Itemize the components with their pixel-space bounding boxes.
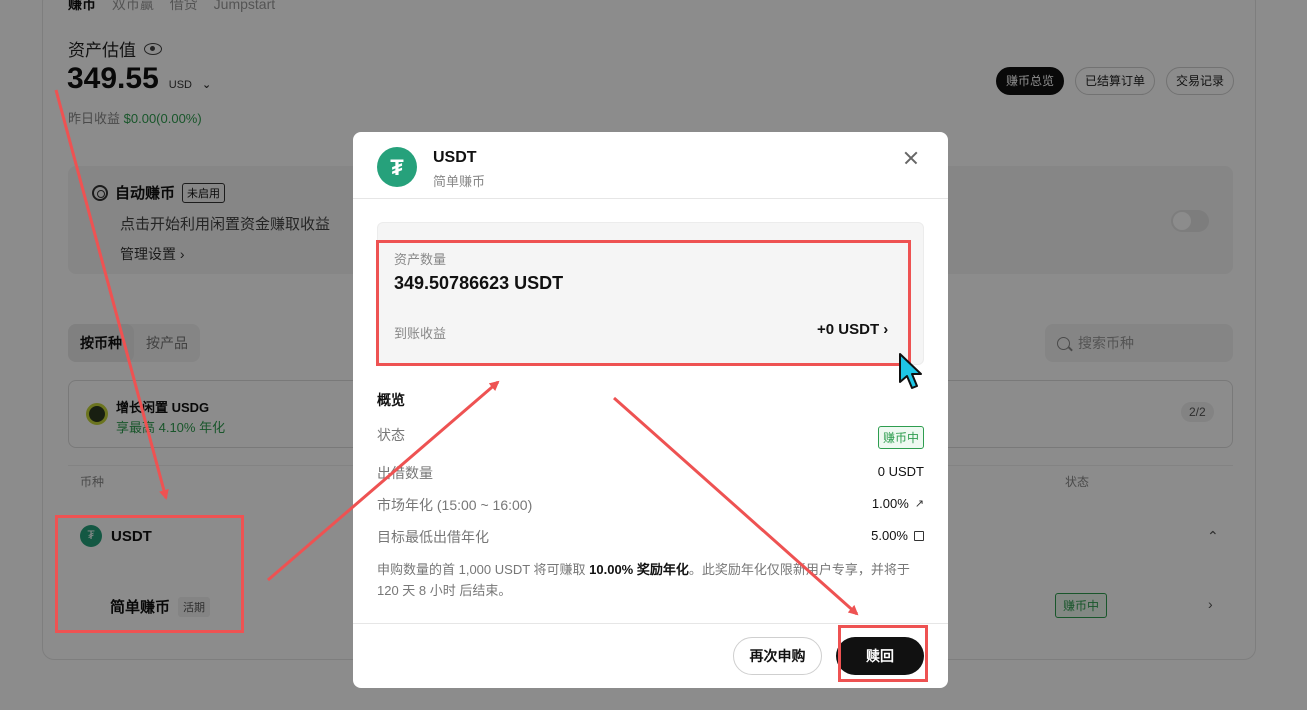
close-icon[interactable] — [899, 146, 923, 170]
min-apr-label: 目标最低出借年化 — [377, 529, 489, 545]
overview-title: 概览 — [377, 392, 405, 408]
lent-amount-value: 0 USDT — [878, 464, 924, 479]
status-label: 状态 — [377, 427, 405, 443]
modal-header: USDT 简单赚币 — [353, 132, 948, 199]
market-apr-value: 1.00% ↗ — [872, 496, 924, 511]
bonus-note: 申购数量的首 1,000 USDT 将可赚取 10.00% 奖励年化。此奖励年化… — [377, 559, 924, 601]
trend-icon[interactable]: ↗ — [915, 497, 924, 510]
tether-icon — [377, 147, 417, 187]
annotation-box-asset — [376, 240, 911, 366]
market-apr-text: 1.00% — [871, 496, 909, 511]
market-apr-label: 市场年化 (15:00 ~ 16:00) — [377, 497, 533, 513]
note-text: 申购数量的首 1,000 USDT 将可赚取 — [377, 562, 590, 577]
note-bold: 10.00% 奖励年化 — [589, 562, 689, 577]
modal-subtitle: 简单赚币 — [433, 174, 486, 189]
divider — [353, 623, 948, 624]
edit-icon[interactable] — [914, 530, 924, 541]
annotation-box-redeem — [838, 625, 928, 682]
min-apr-text: 5.00% — [871, 528, 908, 543]
min-apr-value: 5.00% — [871, 528, 924, 543]
annotation-box-row — [55, 515, 244, 633]
lent-amount-text: 0 USDT — [877, 464, 924, 479]
lent-amount-label: 出借数量 — [377, 465, 433, 481]
cursor-icon — [899, 353, 922, 389]
status-badge: 赚币中 — [877, 426, 924, 449]
asset-detail-modal: USDT 简单赚币 资产数量 349.50786623 USDT 到账收益 +0… — [353, 132, 948, 688]
status-value: 赚币中 — [877, 426, 924, 449]
modal-title: USDT — [433, 149, 477, 166]
subscribe-again-button[interactable]: 再次申购 — [733, 637, 822, 675]
